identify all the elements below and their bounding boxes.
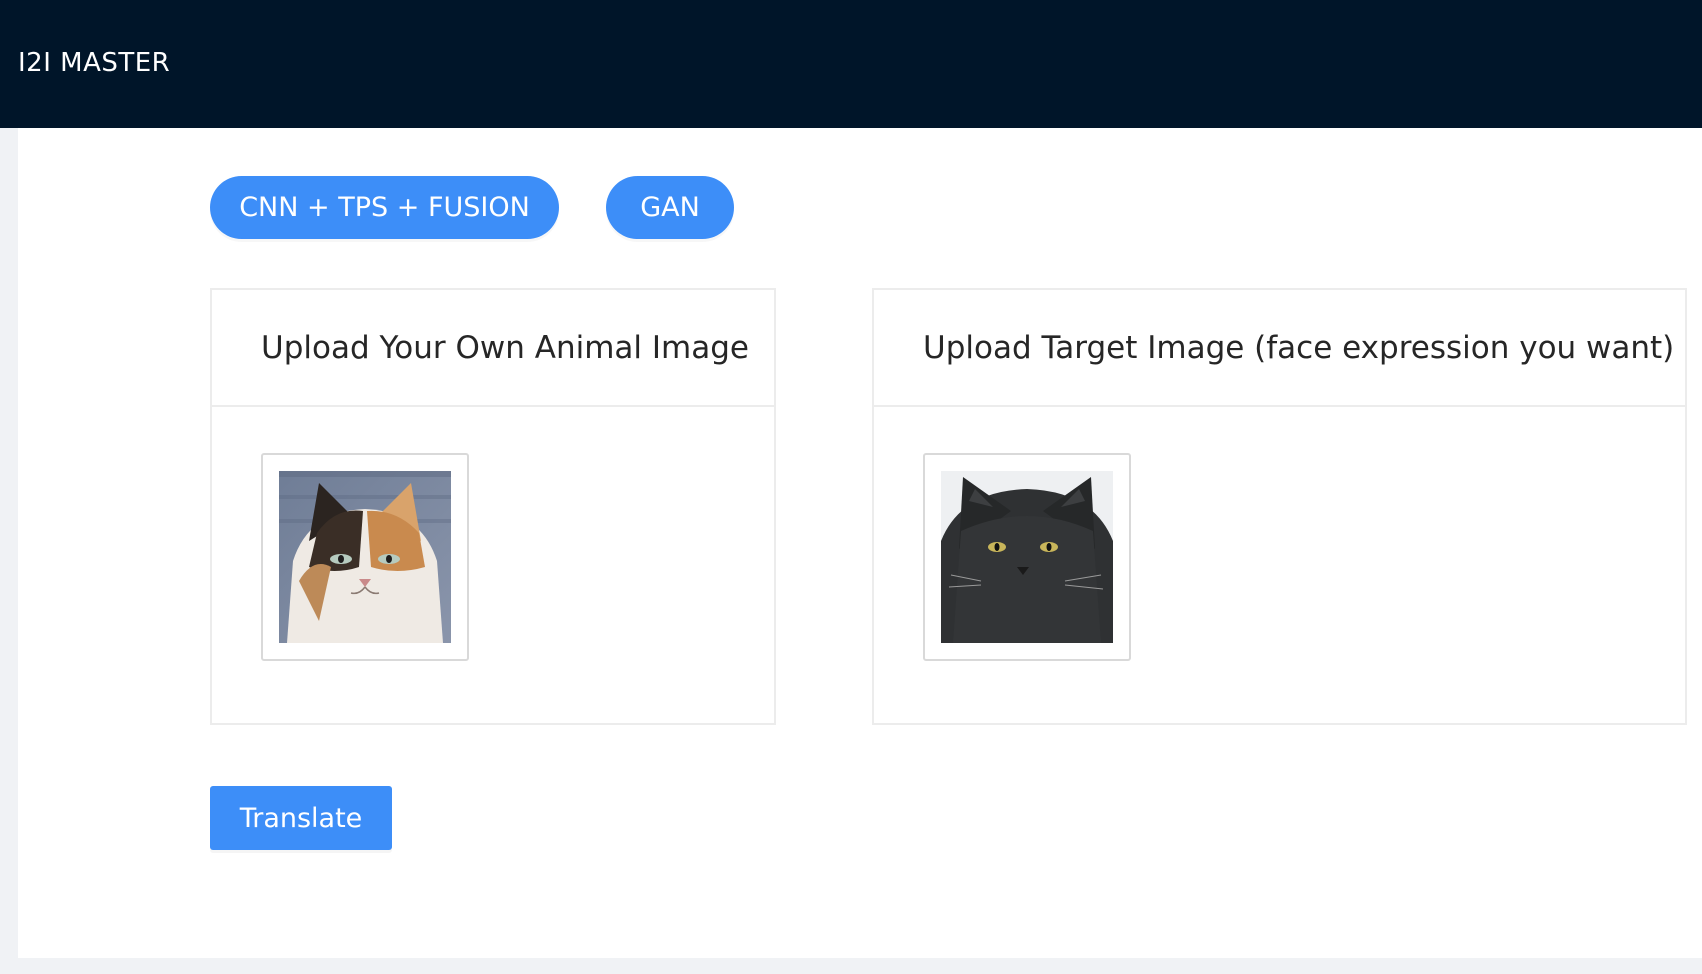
source-card-title: Upload Your Own Animal Image	[261, 329, 749, 366]
source-image-upload[interactable]	[261, 453, 469, 661]
source-image-card: Upload Your Own Animal Image	[210, 288, 776, 725]
target-image-card: Upload Target Image (face expression you…	[872, 288, 1687, 725]
gan-button[interactable]: GAN	[606, 176, 734, 239]
target-card-title: Upload Target Image (face expression you…	[923, 329, 1675, 366]
target-image-upload[interactable]	[923, 453, 1131, 661]
source-card-header: Upload Your Own Animal Image	[212, 290, 774, 407]
translate-button[interactable]: Translate	[210, 786, 392, 850]
calico-cat-image	[279, 471, 451, 643]
cnn-tps-fusion-button[interactable]: CNN + TPS + FUSION	[210, 176, 559, 239]
app-logo: I2I MASTER	[18, 48, 171, 78]
black-cat-image	[941, 471, 1113, 643]
top-header: I2I MASTER	[0, 0, 1702, 128]
target-card-header: Upload Target Image (face expression you…	[874, 290, 1685, 407]
main-content: CNN + TPS + FUSION GAN Upload Your Own A…	[18, 128, 1702, 958]
